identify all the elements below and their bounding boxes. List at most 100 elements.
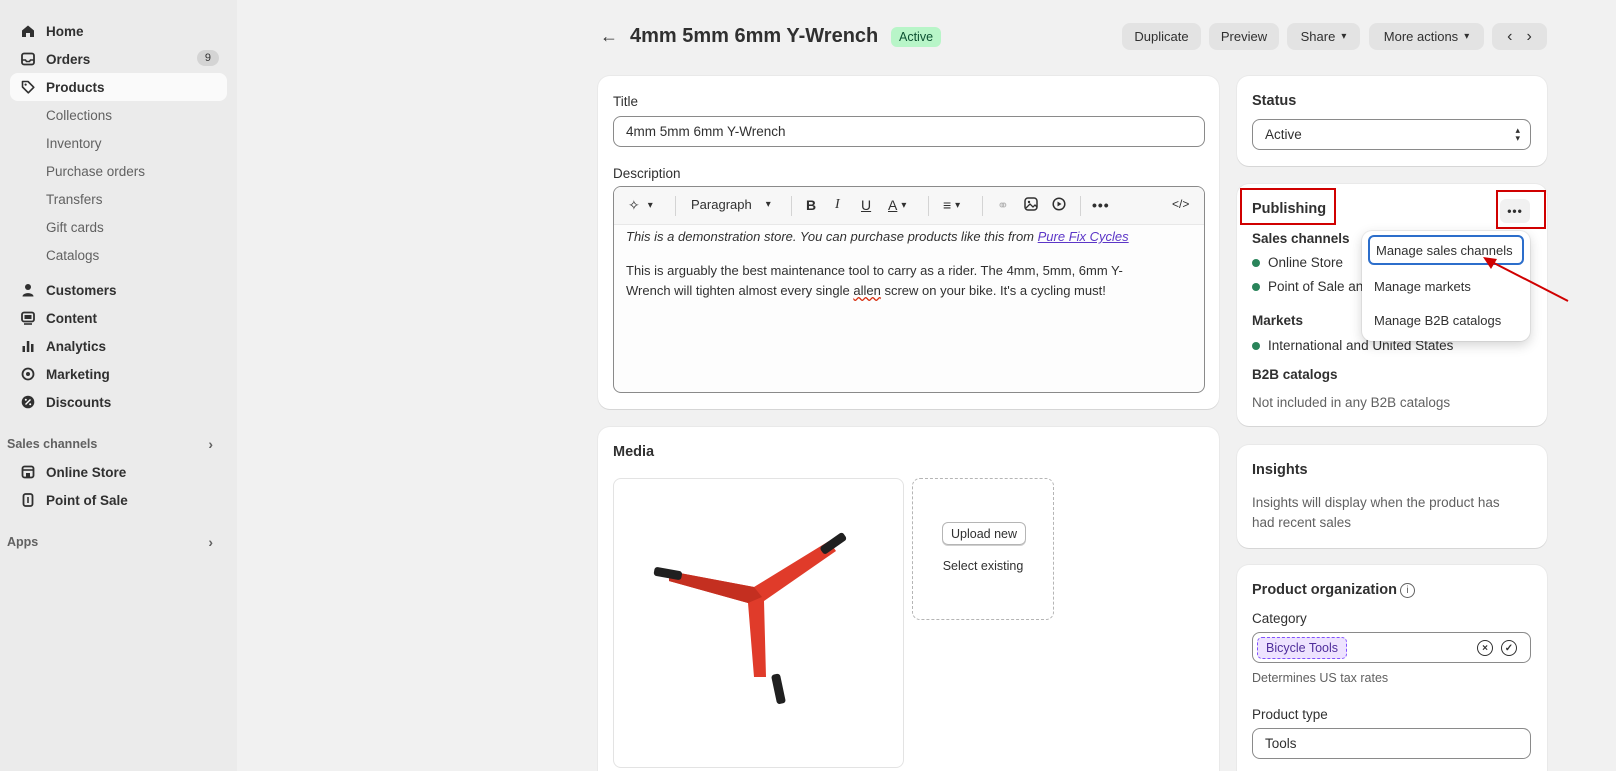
select-existing-link[interactable]: Select existing xyxy=(913,559,1053,573)
description-editor[interactable]: ✧ ▾ Paragraph ▾ B I U A ▾ ≡ ▾ ⚭ ••• </> This… xyxy=(613,186,1205,393)
sidebar-item-point-of-sale[interactable]: Point of Sale xyxy=(10,486,227,514)
chevron-down-icon: ▾ xyxy=(1341,31,1347,42)
paragraph-format-label: Paragraph xyxy=(691,197,752,212)
check-circle-icon[interactable]: ✓ xyxy=(1501,640,1517,656)
info-icon[interactable]: i xyxy=(1400,583,1415,598)
upload-new-button[interactable]: Upload new xyxy=(942,522,1026,545)
sidebar-sub-inventory[interactable]: Inventory xyxy=(10,129,227,157)
sidebar-sub-catalogs[interactable]: Catalogs xyxy=(10,241,227,269)
upload-new-label: Upload new xyxy=(950,526,1017,541)
status-dot-icon xyxy=(1252,258,1260,267)
chevron-left-icon[interactable]: ‹ xyxy=(1507,28,1512,46)
status-dot-icon xyxy=(1252,341,1260,350)
title-label: Title xyxy=(613,94,639,109)
share-button[interactable]: Share ▾ xyxy=(1287,23,1360,50)
b2b-catalogs-value: Not included in any B2B catalogs xyxy=(1252,395,1451,410)
status-select[interactable]: Active ▴ ▾ xyxy=(1252,119,1531,150)
sidebar-item-label: Discounts xyxy=(46,394,112,410)
paragraph-format-select[interactable]: Paragraph ▾ xyxy=(691,197,771,212)
image-icon[interactable] xyxy=(1024,197,1038,211)
sidebar-item-discounts[interactable]: Discounts xyxy=(10,388,227,416)
underline-icon[interactable]: U xyxy=(861,197,871,213)
description-paragraph-2: This is arguably the best maintenance to… xyxy=(626,261,1186,301)
product-organization-heading: Product organization xyxy=(1252,582,1397,598)
sidebar-item-online-store[interactable]: Online Store xyxy=(10,458,227,486)
category-help-text: Determines US tax rates xyxy=(1252,671,1389,685)
media-heading: Media xyxy=(613,444,655,460)
sidebar-item-orders[interactable]: Orders 9 xyxy=(10,45,227,73)
category-tag[interactable]: Bicycle Tools xyxy=(1257,637,1348,659)
media-upload-zone[interactable]: Upload new Select existing xyxy=(912,478,1054,620)
target-icon xyxy=(20,366,36,382)
insights-heading: Insights xyxy=(1252,462,1308,478)
bold-icon[interactable]: B xyxy=(806,197,816,213)
sidebar: Home Orders 9 Products Collections Inven… xyxy=(0,0,237,771)
chevron-down-icon: ▾ xyxy=(1464,31,1470,42)
description-line-1: This is a demonstration store. You can p… xyxy=(626,227,1186,247)
description-label: Description xyxy=(613,166,681,181)
b2b-catalogs-label: B2B catalogs xyxy=(1252,367,1338,382)
sidebar-sub-gift-cards[interactable]: Gift cards xyxy=(10,213,227,241)
section-label: Apps xyxy=(7,535,39,549)
sidebar-item-label: Analytics xyxy=(46,338,107,354)
clear-circle-icon[interactable]: × xyxy=(1477,640,1493,656)
sidebar-section-apps[interactable]: Apps › xyxy=(0,528,237,556)
video-icon[interactable] xyxy=(1052,197,1066,211)
product-type-input[interactable]: Tools xyxy=(1252,728,1531,759)
code-view-icon[interactable]: </> xyxy=(1172,197,1189,211)
channel-online-store: Online Store xyxy=(1252,255,1343,270)
content-icon xyxy=(20,310,36,326)
product-type-value: Tools xyxy=(1265,736,1297,751)
sidebar-item-customers[interactable]: Customers xyxy=(10,276,227,304)
tag-icon xyxy=(20,79,36,95)
title-input[interactable]: 4mm 5mm 6mm Y-Wrench xyxy=(613,116,1205,147)
chevron-right-icon: › xyxy=(208,534,213,550)
sidebar-sub-collections[interactable]: Collections xyxy=(10,101,227,129)
text-color-icon[interactable]: A ▾ xyxy=(888,197,906,213)
preview-label: Preview xyxy=(1220,29,1268,44)
channel-point-of-sale: Point of Sale an xyxy=(1252,279,1363,294)
product-image[interactable] xyxy=(613,478,904,768)
inbox-icon xyxy=(20,51,36,67)
sidebar-sub-transfers[interactable]: Transfers xyxy=(10,185,227,213)
sidebar-item-content[interactable]: Content xyxy=(10,304,227,332)
toolbar-divider xyxy=(791,196,792,216)
sidebar-item-label: Customers xyxy=(46,282,117,298)
description-text: screw on your bike. It's a cycling must! xyxy=(880,283,1106,298)
product-type-label: Product type xyxy=(1252,707,1328,722)
menu-item-label: Manage B2B catalogs xyxy=(1374,312,1502,328)
sidebar-item-home[interactable]: Home xyxy=(10,17,227,45)
description-text: This is arguably the best maintenance to… xyxy=(626,263,1123,278)
sidebar-item-label: Content xyxy=(46,310,97,326)
channel-label: Point of Sale an xyxy=(1268,279,1364,294)
duplicate-button[interactable]: Duplicate xyxy=(1122,23,1201,50)
chevron-right-icon: › xyxy=(208,436,213,452)
sidebar-sub-purchase-orders[interactable]: Purchase orders xyxy=(10,157,227,185)
sidebar-item-label: Products xyxy=(46,79,105,95)
italic-icon[interactable]: I xyxy=(835,197,840,213)
preview-button[interactable]: Preview xyxy=(1209,23,1279,50)
manage-b2b-catalogs-item[interactable]: Manage B2B catalogs xyxy=(1368,305,1524,335)
link-icon[interactable]: ⚭ xyxy=(997,197,1009,214)
ai-magic-icon[interactable]: ✧ ▾ xyxy=(628,197,653,214)
discount-icon xyxy=(20,394,36,410)
more-actions-button[interactable]: More actions ▾ xyxy=(1369,23,1484,50)
sidebar-item-products[interactable]: Products xyxy=(10,73,227,101)
pager-group: ‹ › xyxy=(1492,23,1547,50)
highlight-box-publishing xyxy=(1240,188,1336,225)
description-text: Wrench will tighten almost every single xyxy=(626,283,854,298)
menu-item-label: Manage markets xyxy=(1374,278,1471,294)
description-text: This is a demonstration store. You can p… xyxy=(626,229,1038,244)
sales-channels-label: Sales channels xyxy=(1252,231,1350,246)
markets-label: Markets xyxy=(1252,313,1304,328)
pure-fix-link[interactable]: Pure Fix Cycles xyxy=(1038,229,1129,244)
back-arrow-icon[interactable]: ← xyxy=(600,26,618,47)
sidebar-section-sales-channels[interactable]: Sales channels › xyxy=(0,430,237,458)
more-options-icon[interactable]: ••• xyxy=(1092,197,1110,213)
more-actions-label: More actions xyxy=(1383,29,1459,44)
sidebar-item-label: Home xyxy=(46,23,84,39)
sidebar-item-analytics[interactable]: Analytics xyxy=(10,332,227,360)
align-icon[interactable]: ≡ ▾ xyxy=(943,197,960,213)
sidebar-item-marketing[interactable]: Marketing xyxy=(10,360,227,388)
chevron-right-icon[interactable]: › xyxy=(1527,28,1532,46)
